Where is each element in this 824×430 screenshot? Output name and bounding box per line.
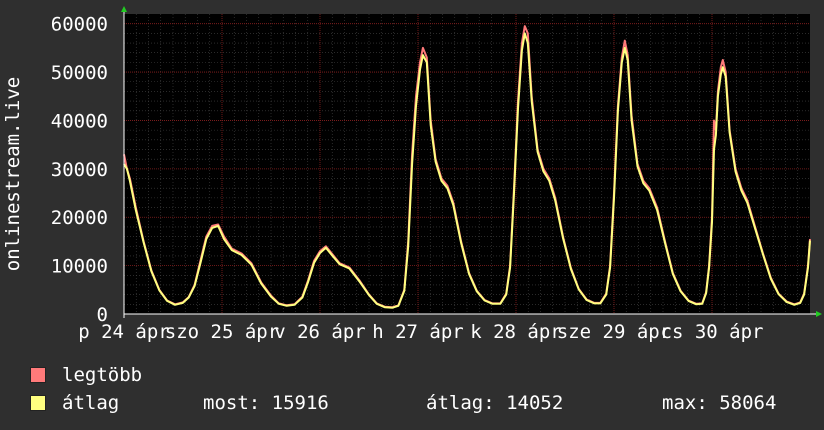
y-tick-label: 50000 bbox=[51, 62, 108, 84]
stat-maximum: max: 58064 bbox=[662, 392, 777, 414]
chart-container: 0 10000 20000 30000 40000 50000 60000 p 24 ápr s… bbox=[0, 0, 824, 430]
legend-label-legtobb: legtöbb bbox=[62, 364, 143, 386]
legend-item-legtobb: legtöbb bbox=[30, 364, 142, 386]
y-tick-label: 20000 bbox=[51, 207, 108, 229]
y-tick-label: 10000 bbox=[51, 256, 108, 278]
y-tick-label: 30000 bbox=[51, 159, 108, 181]
y-tick-label: 60000 bbox=[51, 14, 108, 36]
y-axis-label: onlinestream.live bbox=[2, 77, 24, 271]
x-tick-label: szo 25 ápr bbox=[165, 321, 279, 343]
stat-average: átlag: 14052 bbox=[426, 392, 564, 414]
x-tick-label: v 26 ápr bbox=[274, 321, 366, 343]
x-tick-label: cs 30 ápr bbox=[661, 321, 764, 343]
y-tick-label: 40000 bbox=[51, 110, 108, 132]
x-tick-label: k 28 ápr bbox=[470, 321, 562, 343]
x-tick-label: p 24 ápr bbox=[78, 321, 170, 343]
x-axis-arrow bbox=[816, 311, 822, 317]
legend-item-atlag: átlag bbox=[30, 392, 119, 414]
legend-label-atlag: átlag bbox=[62, 392, 120, 414]
legend-swatch-legtobb bbox=[30, 367, 46, 383]
stat-current: most: 15916 bbox=[203, 392, 329, 414]
x-tick-label: h 27 ápr bbox=[372, 321, 464, 343]
legend-swatch-atlag bbox=[30, 395, 46, 411]
y-axis-arrow bbox=[121, 6, 127, 12]
x-tick-label: sze 29 ápr bbox=[557, 321, 671, 343]
